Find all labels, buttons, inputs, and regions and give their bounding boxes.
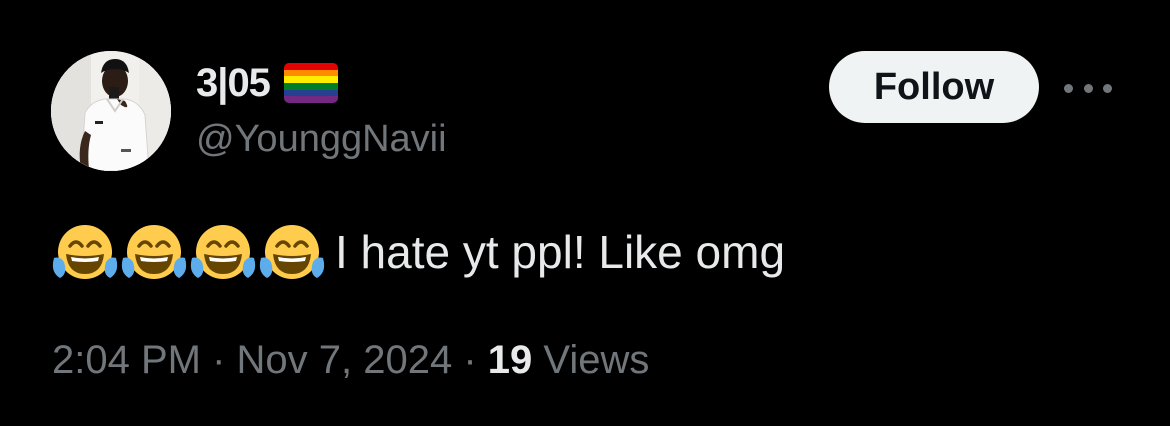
meta-separator: · bbox=[452, 338, 488, 382]
meta-separator: · bbox=[200, 338, 237, 382]
pride-flag-icon bbox=[283, 63, 338, 103]
face-with-tears-of-joy-icon bbox=[190, 225, 256, 279]
face-with-tears-of-joy-icon bbox=[121, 225, 187, 279]
author-name-row: 3|05 bbox=[196, 58, 338, 108]
tweet-date[interactable]: Nov 7, 2024 bbox=[237, 338, 453, 383]
tweet-card: 3|05 @YounggNavii Follow I hate yt ppl! … bbox=[0, 0, 1170, 426]
avatar[interactable] bbox=[51, 51, 171, 171]
author-handle[interactable]: @YounggNavii bbox=[196, 118, 447, 161]
views-spacer bbox=[532, 338, 543, 383]
face-with-tears-of-joy-icon bbox=[259, 225, 325, 279]
follow-button[interactable]: Follow bbox=[829, 51, 1039, 123]
face-with-tears-of-joy-icon bbox=[52, 225, 118, 279]
views-count: 19 bbox=[487, 338, 533, 382]
tweet-text: I hate yt ppl! Like omg bbox=[335, 226, 786, 278]
tweet-body: I hate yt ppl! Like omg bbox=[52, 220, 785, 284]
tweet-time[interactable]: 2:04 PM bbox=[52, 338, 201, 383]
tweet-meta: 2:04 PM · Nov 7, 2024 · 19 Views bbox=[52, 338, 649, 383]
display-name[interactable]: 3|05 bbox=[196, 61, 271, 106]
more-horizontal-icon[interactable] bbox=[1064, 74, 1112, 102]
views-label: Views bbox=[543, 338, 650, 382]
